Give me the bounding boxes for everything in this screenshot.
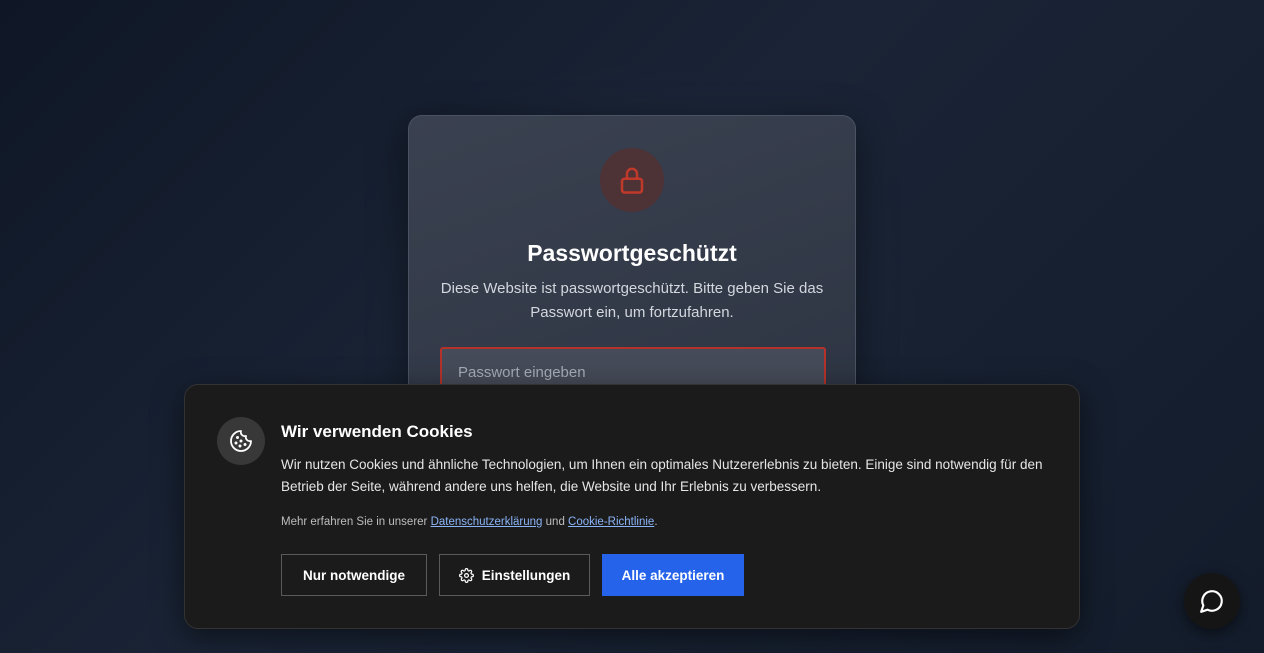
lock-icon-circle (600, 148, 664, 212)
cookie-banner-text: Wir nutzen Cookies und ähnliche Technolo… (281, 457, 1043, 494)
cookie-more-prefix: Mehr erfahren Sie in unserer (281, 516, 431, 528)
chat-bubble-icon (1200, 590, 1223, 613)
password-description: Diese Website ist passwortgeschützt. Bit… (440, 280, 824, 321)
necessary-only-button[interactable]: Nur notwendige (281, 554, 427, 596)
chat-widget-button[interactable] (1184, 573, 1240, 629)
accept-all-button[interactable]: Alle akzeptieren (602, 554, 744, 596)
cookie-banner-title: Wir verwenden Cookies (281, 422, 473, 441)
cookie-banner: Wir verwenden Cookies Wir nutzen Cookies… (184, 384, 1080, 629)
privacy-policy-link[interactable]: Datenschutzerklärung (431, 516, 543, 528)
cookie-icon-circle (217, 417, 265, 465)
cookie-more-info: Mehr erfahren Sie in unserer Datenschutz… (281, 516, 658, 528)
settings-button[interactable]: Einstellungen (439, 554, 590, 596)
gear-icon (458, 567, 474, 583)
lock-icon (620, 167, 644, 194)
cookie-icon (230, 430, 252, 452)
cookie-policy-link[interactable]: Cookie-Richtlinie (568, 516, 654, 528)
cookie-more-suffix: . (654, 516, 658, 528)
accept-all-label: Alle akzeptieren (621, 567, 725, 583)
settings-label: Einstellungen (481, 567, 571, 583)
page-title: Passwortgeschützt (527, 240, 737, 266)
necessary-only-label: Nur notwendige (303, 567, 405, 583)
cookie-more-and: und (542, 516, 569, 528)
